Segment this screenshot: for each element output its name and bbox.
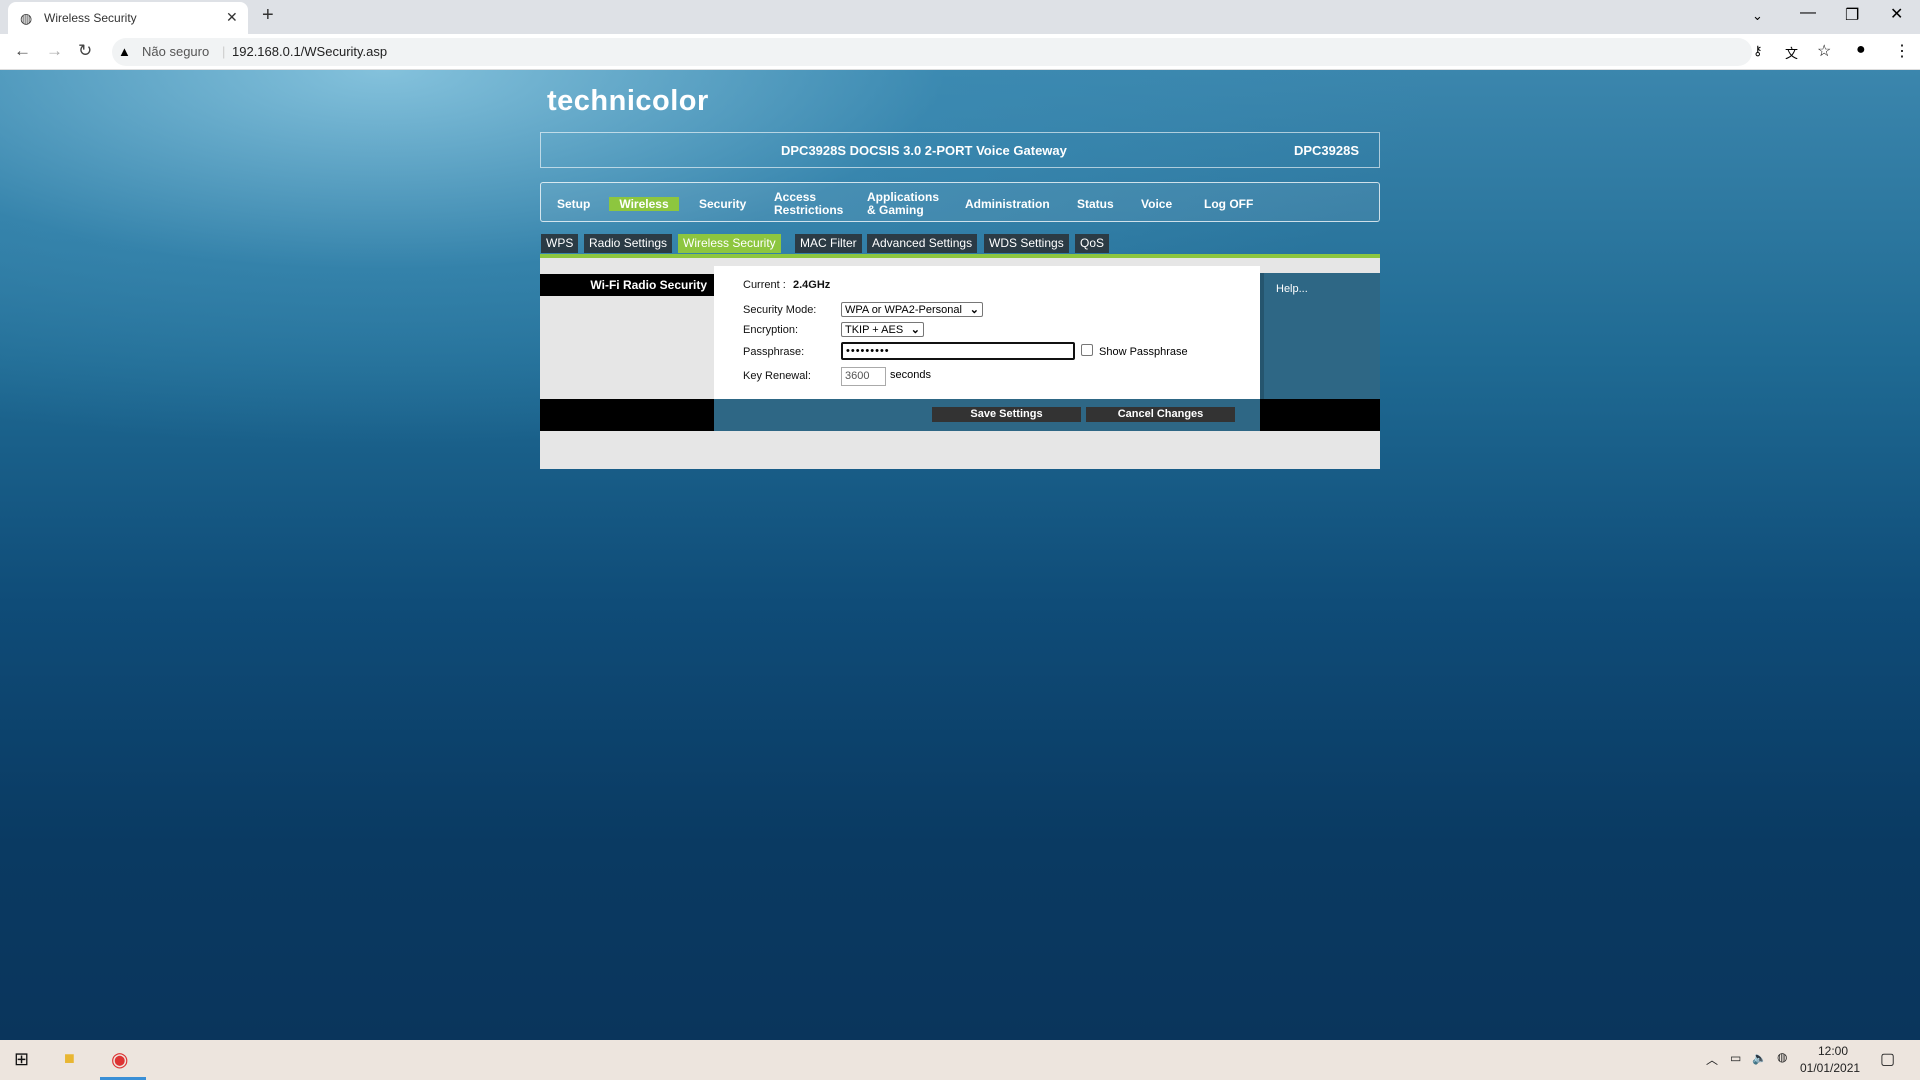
restore-icon[interactable]: ❐: [1845, 5, 1859, 25]
key-renewal-input[interactable]: 3600: [841, 367, 886, 386]
subtab-advanced-settings[interactable]: Advanced Settings: [867, 234, 978, 253]
main-nav: Setup Wireless Security Access Restricti…: [540, 182, 1380, 222]
device-model: DPC3928S: [1293, 143, 1359, 158]
passphrase-input[interactable]: •••••••••: [841, 342, 1075, 360]
close-window-icon[interactable]: ✕: [1890, 4, 1903, 24]
tray-chevron-icon[interactable]: ︿: [1706, 1051, 1718, 1068]
nav-logoff[interactable]: Log OFF: [1194, 191, 1263, 217]
header-box: DPC3928S DOCSIS 3.0 2-PORT Voice Gateway…: [540, 132, 1380, 168]
subtab-wireless-security[interactable]: Wireless Security: [678, 234, 781, 253]
file-explorer-icon[interactable]: ■: [64, 1048, 75, 1069]
star-icon[interactable]: ☆: [1817, 41, 1831, 61]
current-value: 2.4GHz: [793, 279, 831, 291]
nav-applications-gaming[interactable]: Applications & Gaming: [857, 191, 947, 217]
clock-time[interactable]: 12:00: [1818, 1044, 1848, 1058]
new-tab-icon[interactable]: +: [262, 4, 274, 27]
cancel-changes-button[interactable]: Cancel Changes: [1086, 407, 1235, 422]
encryption-label: Encryption:: [743, 324, 799, 336]
browser-tab[interactable]: ◍ Wireless Security ✕: [8, 2, 248, 34]
nav-security[interactable]: Security: [689, 191, 756, 217]
section-label: Wi-Fi Radio Security: [540, 274, 714, 296]
tab-search-icon[interactable]: ⌄: [1752, 8, 1763, 24]
volume-icon[interactable]: 🔈: [1752, 1051, 1767, 1065]
browser-tab-strip: ◍ Wireless Security ✕ + ⌄ — ❐ ✕: [0, 0, 1920, 34]
notifications-icon[interactable]: ▢: [1880, 1049, 1895, 1069]
menu-icon[interactable]: ⋮: [1894, 41, 1910, 61]
windows-start-icon[interactable]: ⊞: [14, 1049, 29, 1070]
profile-icon[interactable]: ●: [1856, 41, 1866, 59]
button-bar-center: Save Settings Cancel Changes: [714, 399, 1260, 431]
subtab-wds-settings[interactable]: WDS Settings: [984, 234, 1069, 253]
battery-icon[interactable]: ▭: [1730, 1051, 1741, 1065]
subtab-mac-filter[interactable]: MAC Filter: [795, 234, 862, 253]
reload-icon[interactable]: ↻: [78, 41, 92, 61]
current-label: Current :: [743, 279, 786, 291]
forward-icon[interactable]: →: [46, 41, 63, 61]
back-icon[interactable]: ←: [14, 41, 31, 61]
subtab-qos[interactable]: QoS: [1075, 234, 1110, 253]
help-link[interactable]: Help...: [1260, 273, 1380, 399]
taskbar: ⊞ ■ ◉ ︿ ▭ 🔈 ◍ 12:00 01/01/2021 ▢: [0, 1040, 1920, 1080]
address-bar-row: ← → ↻ ▲ Não seguro | 192.168.0.1/WSecuri…: [0, 34, 1920, 70]
technicolor-logo: technicolor: [547, 85, 709, 117]
save-settings-button[interactable]: Save Settings: [932, 407, 1081, 422]
clock-date[interactable]: 01/01/2021: [1800, 1061, 1860, 1075]
subtab-radio-settings[interactable]: Radio Settings: [584, 234, 673, 253]
chrome-icon[interactable]: ◉: [111, 1047, 128, 1072]
encryption-select[interactable]: TKIP + AES ⌄: [841, 322, 924, 337]
subtab-wps[interactable]: WPS: [541, 234, 579, 253]
form-panel: Current : 2.4GHz Security Mode: WPA or W…: [714, 266, 1260, 399]
close-tab-icon[interactable]: ✕: [226, 9, 238, 26]
security-mode-label: Security Mode:: [743, 304, 817, 316]
nav-setup[interactable]: Setup: [547, 191, 600, 217]
passphrase-label: Passphrase:: [743, 346, 805, 358]
warning-icon: ▲: [118, 44, 131, 59]
nav-access-restrictions[interactable]: Access Restrictions: [764, 191, 849, 217]
show-passphrase-checkbox[interactable]: [1081, 344, 1093, 356]
network-icon[interactable]: ◍: [1777, 1050, 1787, 1064]
nav-administration[interactable]: Administration: [955, 191, 1060, 217]
omnibox[interactable]: ▲ Não seguro | 192.168.0.1/WSecurity.asp: [112, 38, 1752, 66]
nav-voice[interactable]: Voice: [1131, 191, 1182, 217]
nav-wireless[interactable]: Wireless: [609, 197, 679, 211]
translate-icon[interactable]: 文: [1785, 43, 1798, 62]
key-renewal-unit: seconds: [890, 369, 931, 381]
minimize-icon[interactable]: —: [1800, 4, 1816, 22]
security-label[interactable]: Não seguro: [142, 44, 209, 59]
security-mode-select[interactable]: WPA or WPA2-Personal ⌄: [841, 302, 983, 317]
key-icon[interactable]: ⚷: [1753, 43, 1763, 59]
key-renewal-label: Key Renewal:: [743, 370, 811, 382]
show-passphrase-label[interactable]: Show Passphrase: [1099, 346, 1188, 358]
nav-status[interactable]: Status: [1067, 191, 1124, 217]
url-text[interactable]: 192.168.0.1/WSecurity.asp: [232, 44, 387, 59]
device-title: DPC3928S DOCSIS 3.0 2-PORT Voice Gateway: [781, 143, 1067, 158]
router-page: technicolor DPC3928S DOCSIS 3.0 2-PORT V…: [0, 70, 1920, 1040]
globe-icon: ◍: [20, 10, 33, 26]
tab-title: Wireless Security: [44, 11, 137, 25]
